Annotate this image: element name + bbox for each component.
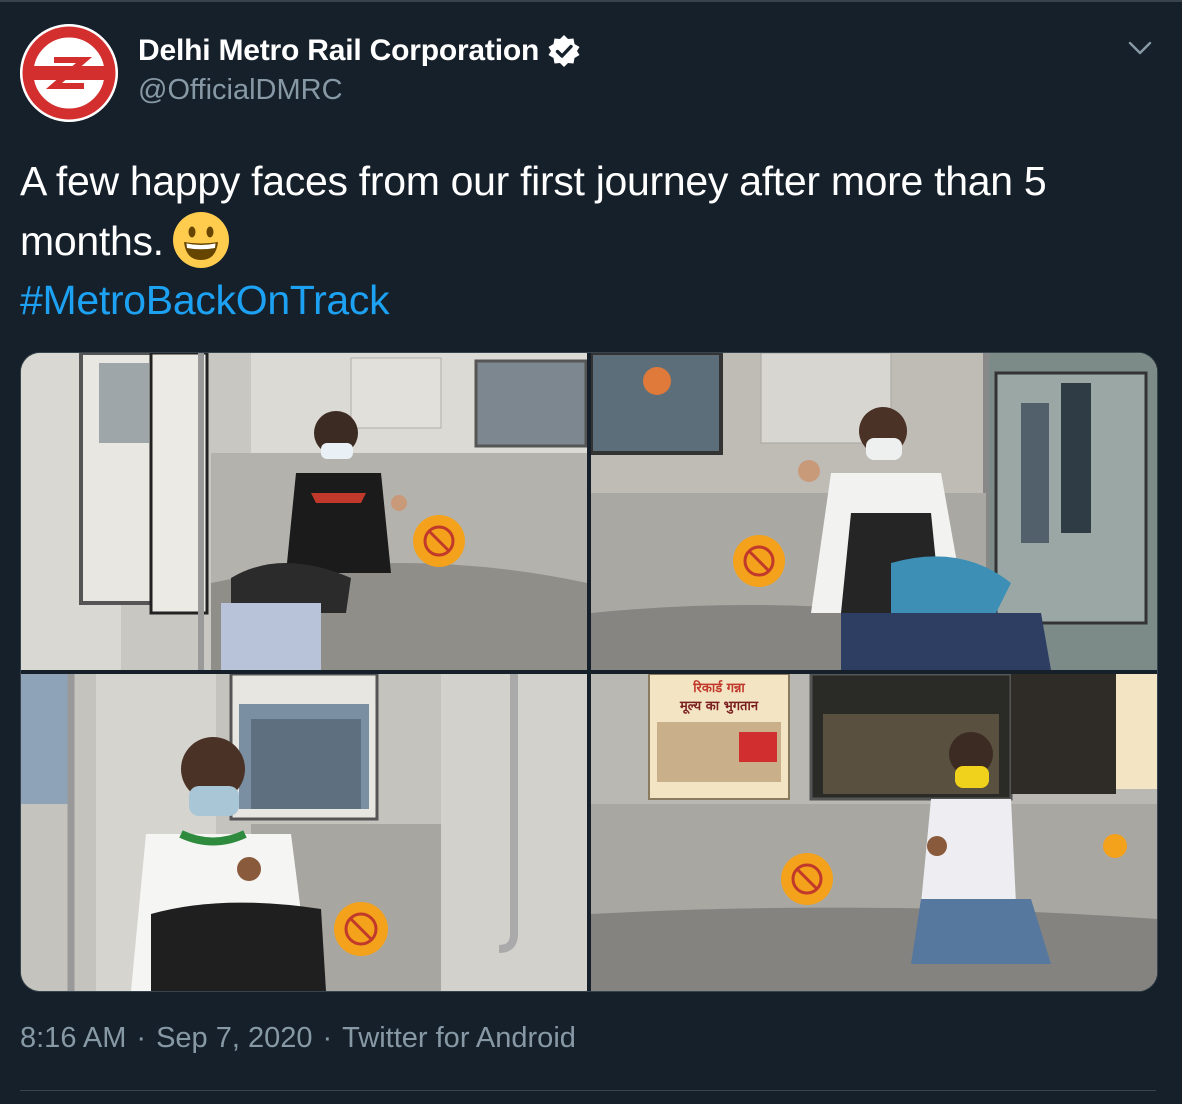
dmrc-logo-icon bbox=[20, 24, 118, 122]
photo-4-image: रिकार्ड गन्ना मूल्य का भुगतान bbox=[591, 674, 1157, 991]
tweet-source[interactable]: Twitter for Android bbox=[342, 1022, 576, 1055]
bottom-divider bbox=[20, 1090, 1156, 1091]
photo-4[interactable]: रिकार्ड गन्ना मूल्य का भुगतान bbox=[591, 674, 1157, 991]
hashtag-link[interactable]: #MetroBackOnTrack bbox=[20, 271, 1170, 330]
meta-separator: · bbox=[322, 1022, 333, 1054]
photo-2[interactable] bbox=[591, 353, 1157, 670]
author-display-name[interactable]: Delhi Metro Rail Corporation bbox=[138, 34, 539, 68]
poster-line-2: मूल्य का भुगतान bbox=[679, 699, 759, 714]
tweet-text: A few happy faces from our first journey… bbox=[20, 152, 1170, 330]
photo-1[interactable] bbox=[21, 353, 587, 670]
more-options-chevron-down-icon[interactable] bbox=[1126, 34, 1154, 62]
tweet: Delhi Metro Rail Corporation @OfficialDM… bbox=[0, 0, 1182, 1104]
verified-badge-icon bbox=[547, 34, 581, 68]
poster-line-1: रिकार्ड गन्ना bbox=[692, 680, 745, 696]
tweet-meta: 8:16 AM · Sep 7, 2020 · Twitter for Andr… bbox=[20, 1022, 576, 1055]
meta-separator: · bbox=[136, 1022, 147, 1054]
grinning-face-emoji-icon bbox=[172, 211, 230, 269]
tweet-date[interactable]: Sep 7, 2020 bbox=[156, 1022, 312, 1055]
photo-1-image bbox=[21, 353, 587, 670]
media-grid: रिकार्ड गन्ना मूल्य का भुगतान bbox=[20, 352, 1158, 992]
tweet-time[interactable]: 8:16 AM bbox=[20, 1022, 126, 1055]
photo-3-image bbox=[21, 674, 587, 991]
photo-2-image bbox=[591, 353, 1157, 670]
photo-3[interactable] bbox=[21, 674, 587, 991]
author-avatar[interactable] bbox=[20, 24, 118, 122]
author-handle[interactable]: @OfficialDMRC bbox=[138, 74, 343, 107]
author-name-row: Delhi Metro Rail Corporation bbox=[138, 34, 581, 68]
